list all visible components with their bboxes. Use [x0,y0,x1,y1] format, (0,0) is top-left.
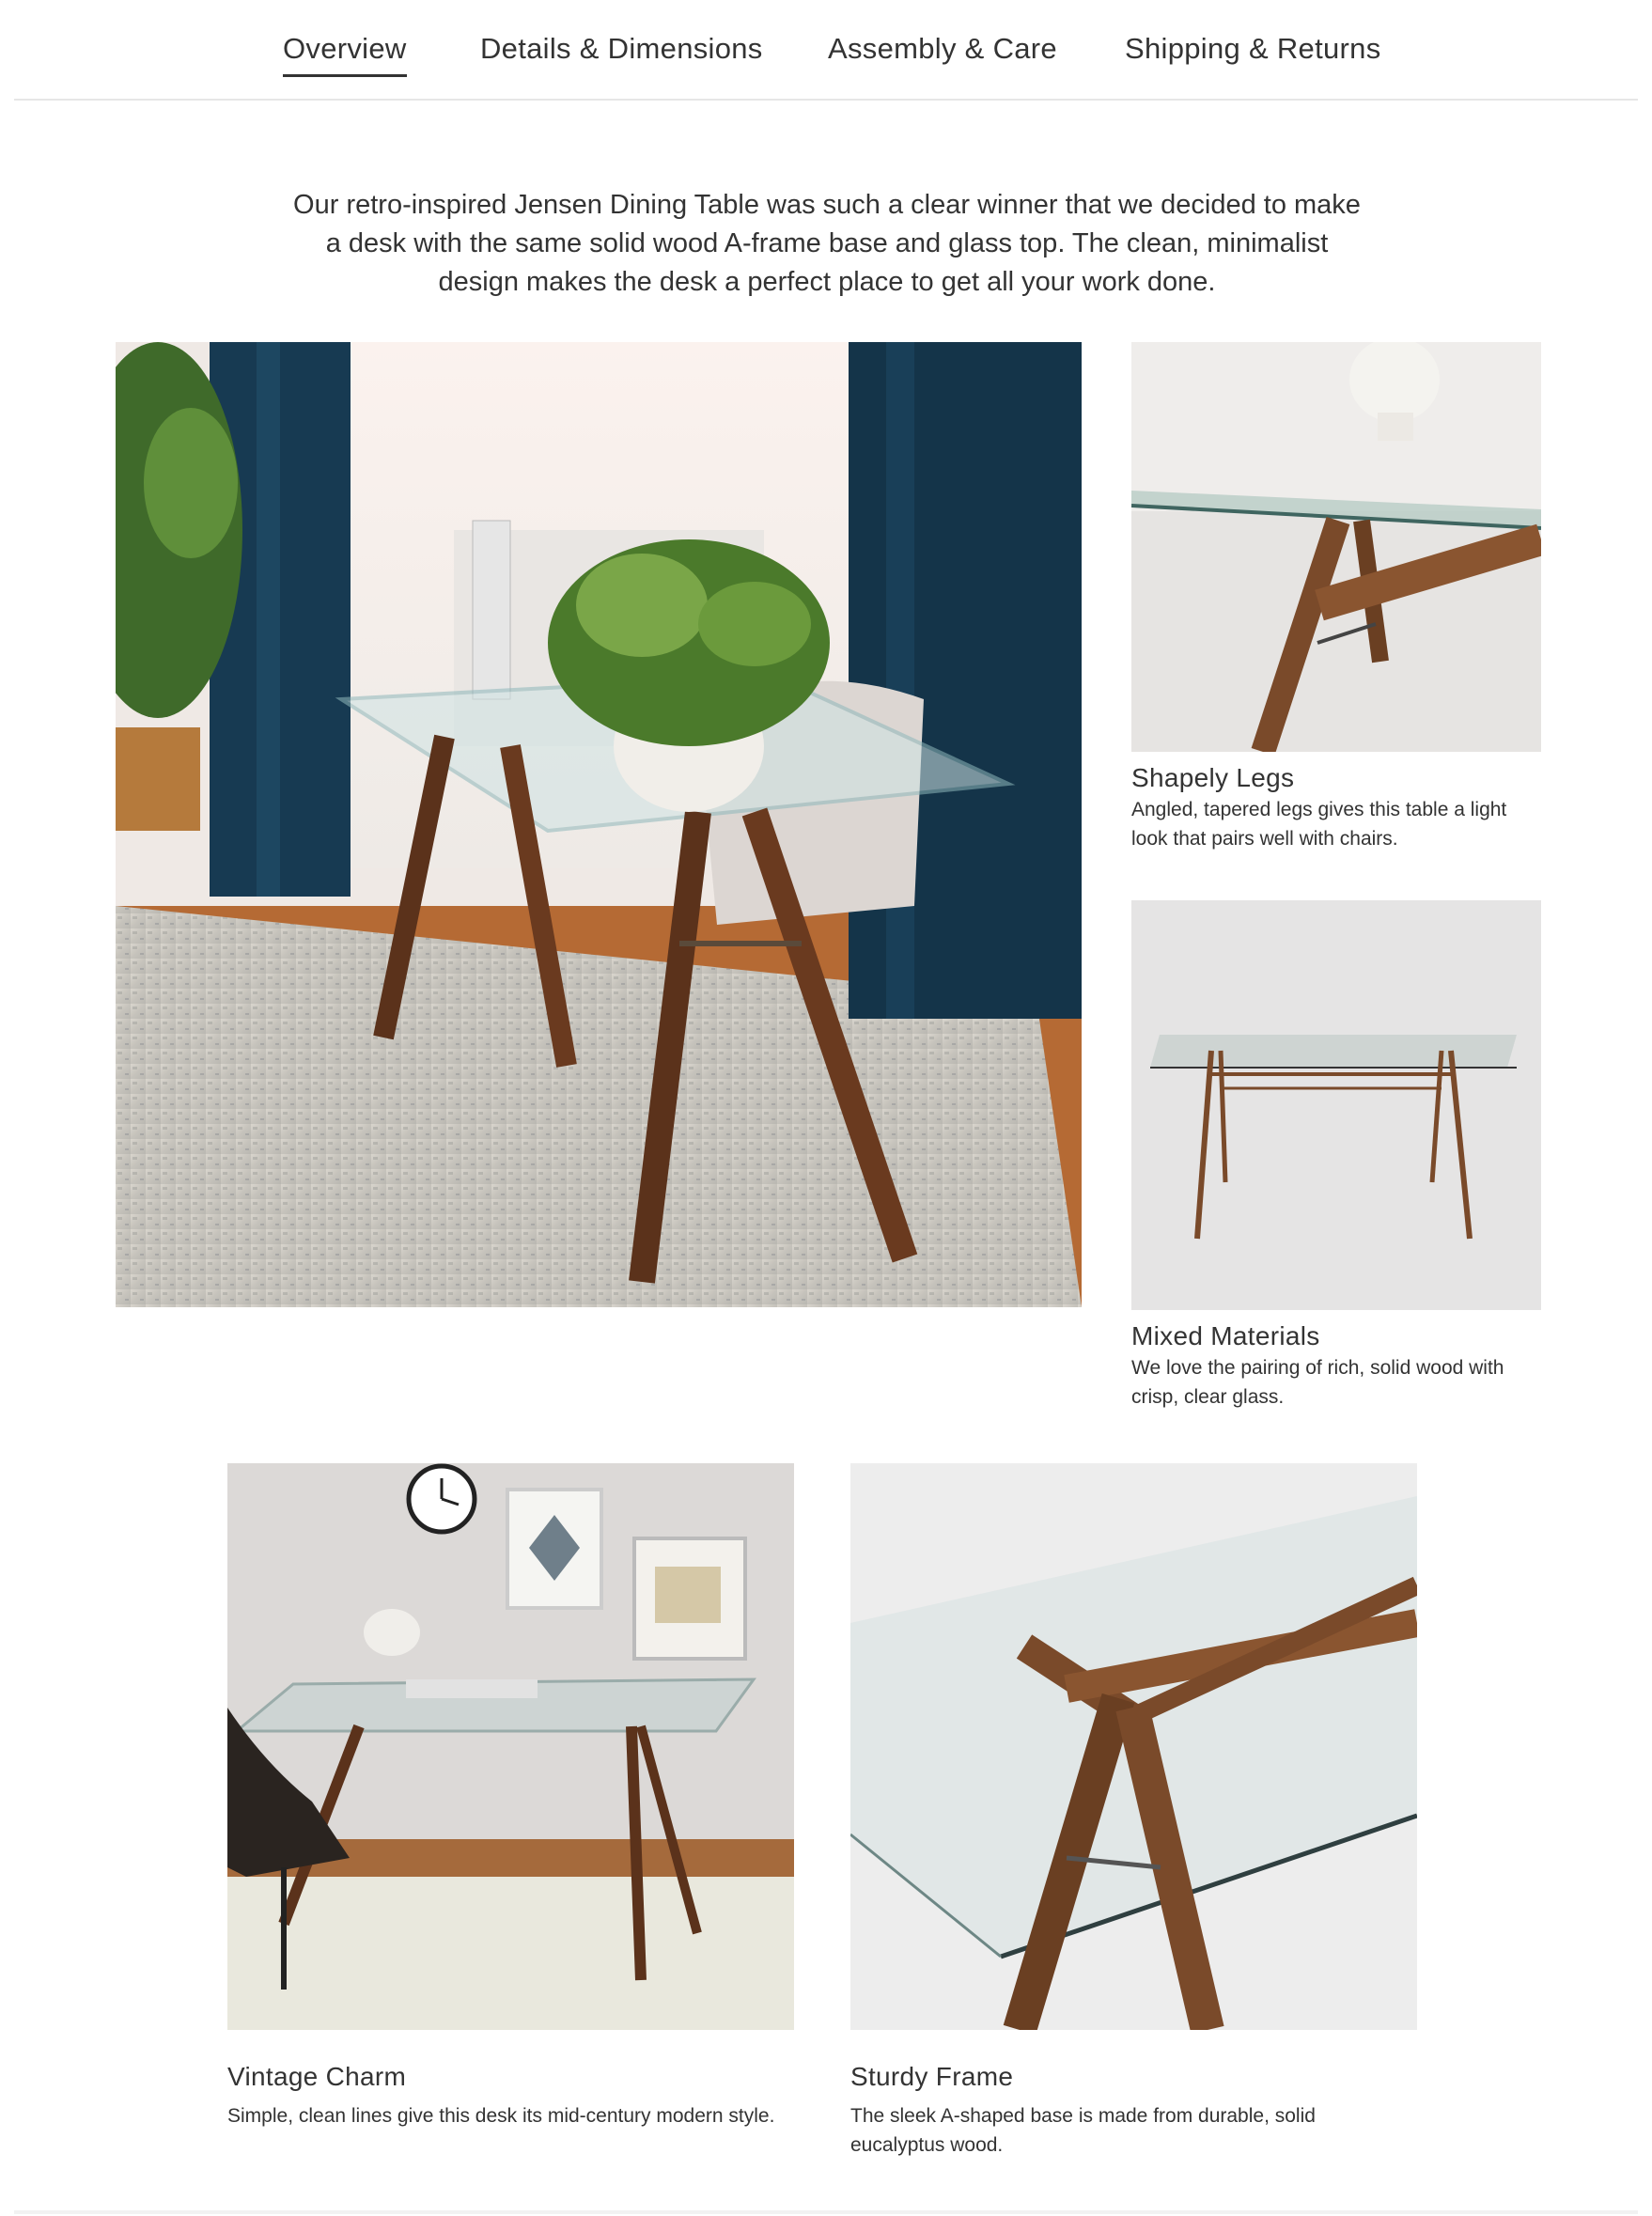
feature-description-shapely-legs: Angled, tapered legs gives this table a … [1131,799,1507,850]
feature-title-shapely-legs: Shapely Legs [1131,763,1295,792]
overview-intro-text: Our retro-inspired Jensen Dining Table w… [293,190,1361,297]
sturdy-frame-image [850,1463,1417,2030]
feature-title-vintage-charm: Vintage Charm [227,2062,407,2091]
tab-details-dimensions[interactable]: Details & Dimensions [480,32,763,66]
shapely-legs-image [1131,342,1541,752]
feature-description-vintage-charm: Simple, clean lines give this desk its m… [227,2105,775,2127]
vintage-charm-image [227,1463,794,2030]
tab-shipping-returns[interactable]: Shipping & Returns [1125,32,1381,66]
hero-desk-room-image [116,342,1082,1307]
feature-description-mixed-materials: We love the pairing of rich, solid wood … [1131,1357,1504,1408]
mixed-materials-image [1131,900,1541,1310]
product-info-tabs: Overview Details & Dimensions Assembly &… [14,0,1638,101]
feature-description-sturdy-frame: The sleek A-shaped base is made from dur… [850,2105,1316,2156]
feature-title-sturdy-frame: Sturdy Frame [850,2062,1014,2091]
tab-overview[interactable]: Overview [283,32,407,77]
bottom-divider [14,2210,1638,2214]
tab-assembly-care[interactable]: Assembly & Care [828,32,1057,66]
feature-title-mixed-materials: Mixed Materials [1131,1321,1320,1350]
